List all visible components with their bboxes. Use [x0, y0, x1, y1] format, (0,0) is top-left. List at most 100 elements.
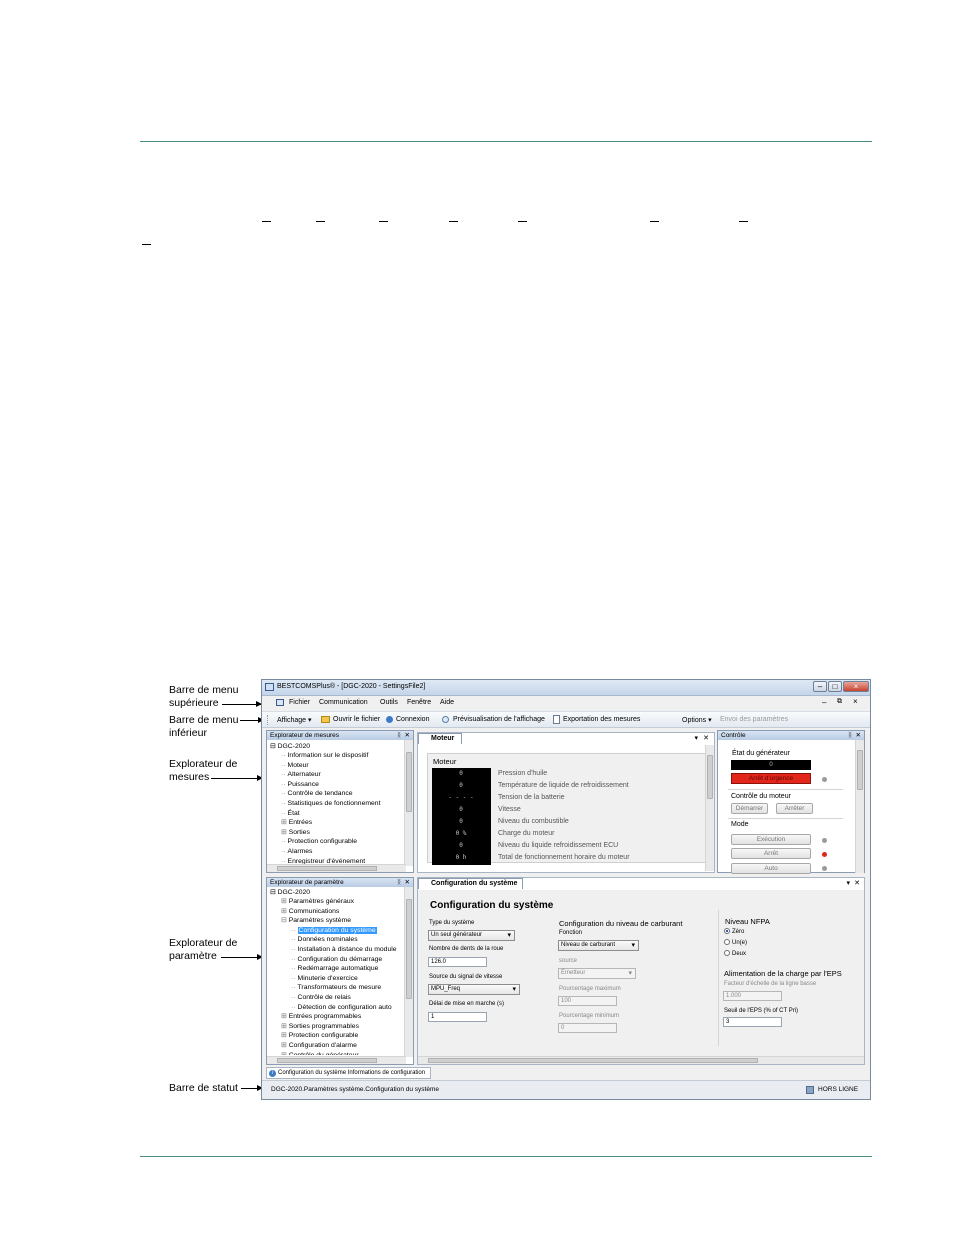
- expand-icon[interactable]: ⊞: [281, 1042, 287, 1049]
- maximize-button[interactable]: □: [828, 681, 842, 692]
- toolbar-connect-button[interactable]: Connexion: [396, 716, 429, 723]
- collapse-icon[interactable]: ⊟: [281, 917, 287, 924]
- mode-auto-button[interactable]: Auto: [731, 863, 811, 874]
- expand-icon[interactable]: ⊞: [281, 898, 287, 905]
- scroll-thumb[interactable]: [406, 899, 412, 999]
- expand-icon[interactable]: ⊞: [281, 829, 287, 836]
- close-icon[interactable]: ✕: [405, 731, 410, 740]
- scroll-thumb[interactable]: [406, 752, 412, 812]
- minimize-button[interactable]: –: [813, 681, 827, 692]
- min-percent-input[interactable]: 0: [558, 1023, 617, 1033]
- tree-item[interactable]: ·· Alarmes: [281, 847, 380, 857]
- tree-item[interactable]: ·· Minuterie d'exercice: [281, 974, 405, 984]
- collapse-icon[interactable]: ⊟: [270, 743, 278, 750]
- close-icon[interactable]: ✕: [405, 878, 410, 887]
- horizontal-scrollbar[interactable]: [267, 864, 406, 872]
- toolbar-display-button[interactable]: Affichage ▾: [277, 716, 312, 724]
- start-button[interactable]: Démarrer: [731, 803, 768, 814]
- mdi-minimize-button[interactable]: –: [822, 698, 826, 707]
- tree-item[interactable]: ⊞ Configuration d'alarme: [281, 1041, 405, 1051]
- max-percent-input[interactable]: 100: [558, 996, 617, 1006]
- tree-item[interactable]: ·· Protection configurable: [281, 837, 380, 847]
- expand-icon[interactable]: ⊞: [281, 1013, 287, 1020]
- scroll-thumb[interactable]: [277, 866, 377, 871]
- tree-item[interactable]: ⊞ Paramètres généraux: [281, 897, 405, 907]
- source-select[interactable]: Émetteur: [558, 968, 636, 979]
- crank-delay-input[interactable]: 1: [428, 1012, 487, 1022]
- tree-item[interactable]: ·· État: [281, 809, 380, 819]
- toolbar-send-settings-button[interactable]: Envoi des paramètres: [720, 716, 788, 723]
- tree-item[interactable]: ·· Redémarrage automatique: [281, 964, 405, 974]
- close-icon[interactable]: ✕: [856, 731, 861, 740]
- tree-item[interactable]: ·· Configuration du démarrage: [281, 955, 405, 965]
- nfpa-radio-option[interactable]: Un(e): [724, 939, 747, 950]
- mode-run-button[interactable]: Exécution: [731, 834, 811, 845]
- tree-item[interactable]: ·· Moteur: [281, 761, 380, 771]
- collapse-icon[interactable]: ⊟: [270, 889, 278, 896]
- pin-icon[interactable]: ᛝ: [848, 731, 852, 740]
- close-icon[interactable]: ✕: [854, 879, 860, 887]
- close-icon[interactable]: ✕: [703, 734, 709, 742]
- pin-icon[interactable]: ᛝ: [397, 878, 401, 887]
- tree-item[interactable]: ·· Configuration du système: [281, 926, 405, 936]
- nfpa-radio-option[interactable]: Zéro: [724, 928, 747, 939]
- emergency-stop-button[interactable]: Arrêt d'urgence: [731, 773, 811, 784]
- menu-file[interactable]: Fichier: [289, 699, 310, 706]
- tree-item[interactable]: ·· Statistiques de fonctionnement: [281, 799, 380, 809]
- toolbar-options-button[interactable]: Options ▾: [682, 716, 712, 724]
- mdi-restore-button[interactable]: ⧉: [837, 698, 842, 706]
- speed-source-select[interactable]: MPU_Freq: [428, 984, 520, 995]
- expand-icon[interactable]: ⊞: [281, 1032, 287, 1039]
- horizontal-scrollbar[interactable]: [418, 1056, 864, 1064]
- vertical-scrollbar[interactable]: [855, 740, 864, 873]
- tree-item[interactable]: ·· Installation à distance du module: [281, 945, 405, 955]
- tree-item[interactable]: ⊞ Communications: [281, 907, 405, 917]
- tree-item[interactable]: ·· Détection de configuration auto: [281, 1003, 405, 1013]
- scroll-thumb[interactable]: [428, 1058, 758, 1063]
- dropdown-icon[interactable]: ▾: [846, 879, 850, 887]
- horizontal-scrollbar[interactable]: [267, 1056, 406, 1064]
- tree-item[interactable]: ·· Contrôle de tendance: [281, 789, 380, 799]
- tree-item[interactable]: ⊞ Sorties programmables: [281, 1022, 405, 1032]
- tree-item[interactable]: ·· Transformateurs de mesure: [281, 983, 405, 993]
- toolbar-preview-button[interactable]: Prévisualisation de l'affichage: [453, 716, 545, 723]
- tree-item[interactable]: ·· Alternateur: [281, 770, 380, 780]
- mode-off-button[interactable]: Arrêt: [731, 848, 811, 859]
- expand-icon[interactable]: ⊞: [281, 908, 287, 915]
- vertical-scrollbar[interactable]: [705, 745, 714, 871]
- tree-item[interactable]: ·· Contrôle de relais: [281, 993, 405, 1003]
- tree-item[interactable]: ·· Données nominales: [281, 935, 405, 945]
- toolbar-export-button[interactable]: Exportation des mesures: [563, 716, 640, 723]
- vertical-scrollbar[interactable]: [404, 740, 413, 866]
- tree-item[interactable]: ⊞ Entrées programmables: [281, 1012, 405, 1022]
- system-type-select[interactable]: Un seul générateur: [428, 930, 515, 941]
- function-select[interactable]: Niveau de carburant: [558, 940, 639, 951]
- tree-item[interactable]: ·· Puissance: [281, 780, 380, 790]
- menu-window[interactable]: Fenêtre: [407, 699, 431, 706]
- tree-item[interactable]: ⊞ Entrées: [281, 818, 380, 828]
- tree-item[interactable]: ⊟ Paramètres système: [281, 916, 405, 926]
- vertical-scrollbar[interactable]: [404, 887, 413, 1057]
- radio-button[interactable]: [724, 939, 730, 945]
- menu-help[interactable]: Aide: [440, 699, 454, 706]
- close-button[interactable]: ×: [843, 681, 869, 692]
- radio-button[interactable]: [724, 950, 730, 956]
- pin-icon[interactable]: ᛝ: [397, 731, 401, 740]
- radio-button[interactable]: [724, 928, 730, 934]
- scroll-thumb[interactable]: [277, 1058, 377, 1063]
- tab-system-config[interactable]: Configuration du système: [418, 878, 523, 889]
- tree-item[interactable]: ⊞ Sorties: [281, 828, 380, 838]
- nfpa-radio-option[interactable]: Deux: [724, 950, 747, 961]
- eps-scale-input[interactable]: 1.000: [723, 991, 782, 1001]
- dropdown-icon[interactable]: ▾: [694, 734, 698, 742]
- expand-icon[interactable]: ⊞: [281, 1023, 287, 1030]
- menu-tools[interactable]: Outils: [380, 699, 398, 706]
- mdi-close-button[interactable]: ×: [853, 697, 858, 706]
- expand-icon[interactable]: ⊞: [281, 1052, 287, 1056]
- flywheel-teeth-input[interactable]: 126.0: [428, 957, 487, 967]
- menu-communication[interactable]: Communication: [319, 699, 368, 706]
- stop-button[interactable]: Arrêter: [776, 803, 813, 814]
- tab-engine[interactable]: Moteur: [418, 733, 462, 744]
- tree-item[interactable]: ⊞ Contrôle du générateur: [281, 1051, 405, 1056]
- scroll-thumb[interactable]: [857, 750, 863, 790]
